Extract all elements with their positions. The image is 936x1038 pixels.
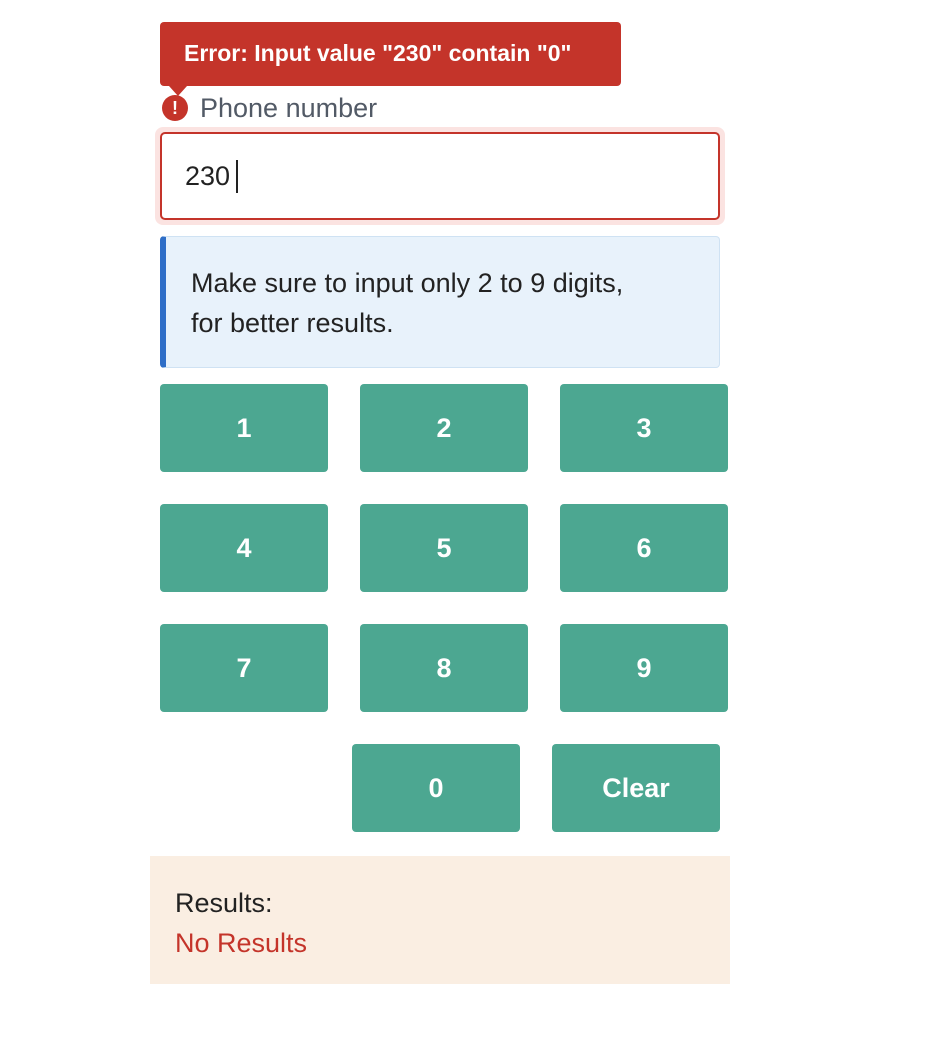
info-callout: Make sure to input only 2 to 9 digits, f… xyxy=(160,236,720,368)
key-4-button[interactable]: 4 xyxy=(160,504,328,592)
info-line-1: Make sure to input only 2 to 9 digits, xyxy=(191,268,624,298)
info-line-2: for better results. xyxy=(191,308,394,338)
phone-number-label: Phone number xyxy=(200,92,378,123)
results-value: No Results xyxy=(175,928,308,958)
key-6-button[interactable]: 6 xyxy=(560,504,728,592)
clear-button[interactable]: Clear xyxy=(552,744,720,832)
key-3-button[interactable]: 3 xyxy=(560,384,728,472)
key-1-button[interactable]: 1 xyxy=(160,384,328,472)
phone-number-input[interactable] xyxy=(160,132,720,220)
text-caret xyxy=(236,160,238,193)
key-8-button[interactable]: 8 xyxy=(360,624,528,712)
key-9-button[interactable]: 9 xyxy=(560,624,728,712)
key-2-button[interactable]: 2 xyxy=(360,384,528,472)
key-5-button[interactable]: 5 xyxy=(360,504,528,592)
error-message: Error: Input value "230" contain "0" xyxy=(184,39,572,66)
results-panel: Results: No Results xyxy=(150,856,730,984)
key-7-button[interactable]: 7 xyxy=(160,624,328,712)
error-tooltip: Error: Input value "230" contain "0" xyxy=(160,22,621,96)
key-0-button[interactable]: 0 xyxy=(352,744,520,832)
results-label: Results: xyxy=(175,888,273,918)
error-exclamation-icon: ! xyxy=(162,95,188,121)
phone-label-row: ! Phone number xyxy=(162,92,377,124)
